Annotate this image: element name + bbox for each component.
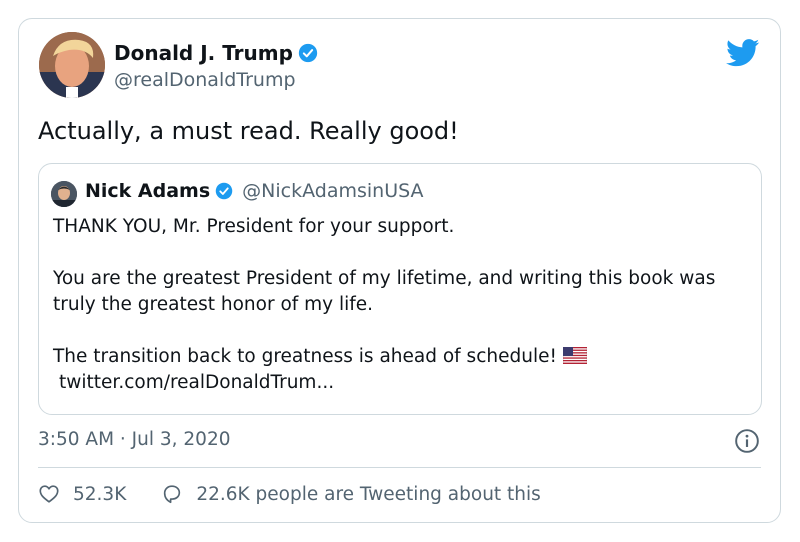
quoted-line-1: THANK YOU, Mr. President for your suppor… <box>53 216 455 237</box>
quoted-author-avatar[interactable] <box>51 181 77 207</box>
quoted-text: THANK YOU, Mr. President for your suppor… <box>53 214 743 396</box>
like-count: 52.3K <box>73 483 127 505</box>
author-name-row: Donald J. Trump <box>114 41 318 65</box>
author-name[interactable]: Donald J. Trump <box>114 41 293 65</box>
quoted-line-3-paragraph: The transition back to greatness is ahea… <box>53 344 743 396</box>
quoted-tweet[interactable]: Nick Adams @NickAdamsinUSA THANK YOU, Mr… <box>38 163 762 415</box>
heart-icon <box>39 485 59 503</box>
twitter-bird-icon[interactable] <box>726 39 760 67</box>
us-flag-icon <box>562 347 587 364</box>
quoted-author-handle[interactable]: @NickAdamsinUSA <box>242 180 423 202</box>
quoted-line-2: You are the greatest President of my lif… <box>53 268 716 315</box>
quoted-author-name[interactable]: Nick Adams <box>85 180 210 202</box>
tweet-timestamp[interactable]: 3:50 AM · Jul 3, 2020 <box>38 429 231 450</box>
speech-bubble-icon <box>164 485 181 504</box>
author-handle[interactable]: @realDonaldTrump <box>114 69 296 91</box>
tweet-card[interactable]: Donald J. Trump @realDonaldTrump Actuall… <box>18 18 781 523</box>
verified-badge-icon <box>298 43 318 63</box>
tweeting-about-text: 22.6K people are Tweeting about this <box>196 483 541 505</box>
quoted-header: Nick Adams @NickAdamsinUSA <box>85 180 424 202</box>
divider <box>38 467 761 468</box>
like-button[interactable]: 52.3K <box>38 483 126 505</box>
info-icon[interactable] <box>734 428 760 454</box>
quoted-line-3: The transition back to greatness is ahea… <box>53 346 557 367</box>
quoted-link[interactable]: twitter.com/realDonaldTrum... <box>53 372 334 393</box>
verified-badge-icon <box>215 182 233 200</box>
tweet-text: Actually, a must read. Really good! <box>38 117 459 145</box>
conversation-button[interactable]: 22.6K people are Tweeting about this <box>161 483 541 505</box>
author-avatar[interactable] <box>39 32 105 98</box>
tweet-actions: 52.3K 22.6K people are Tweeting about th… <box>38 483 541 505</box>
